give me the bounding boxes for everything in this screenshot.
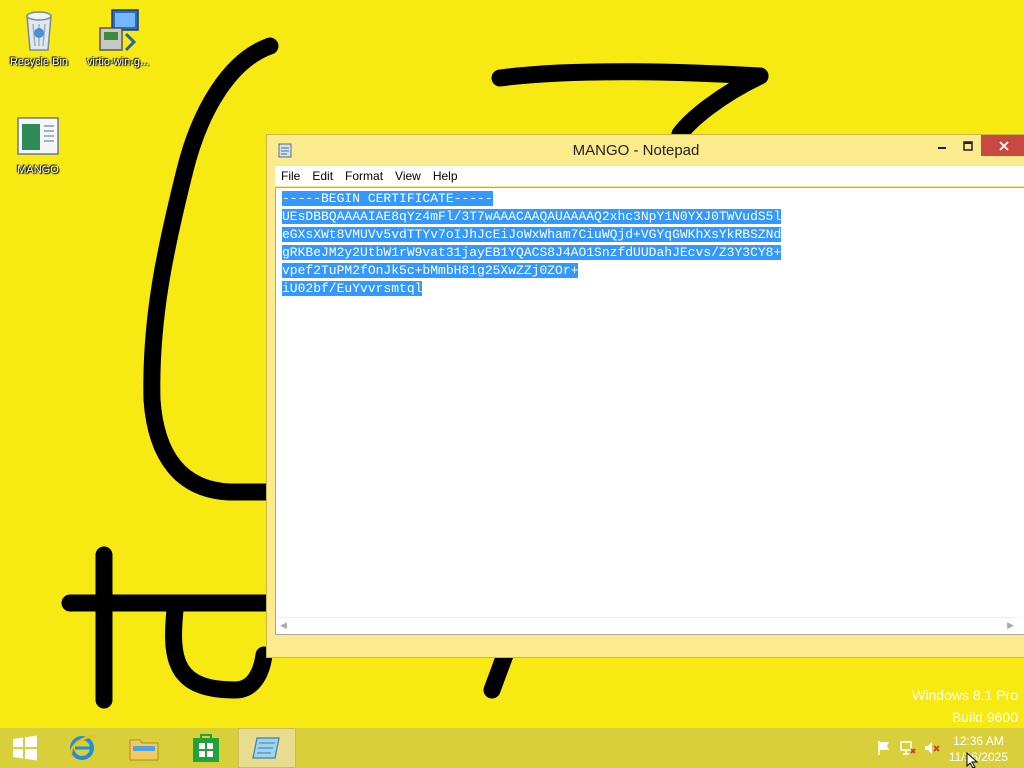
store-icon	[193, 734, 219, 762]
document-text: -----BEGIN CERTIFICATE----- UEsDBBQAAAAI…	[282, 190, 782, 298]
menu-format[interactable]: Format	[339, 166, 389, 186]
scroll-right-icon[interactable]: ▶	[1007, 620, 1014, 631]
menu-help[interactable]: Help	[427, 166, 464, 186]
start-button[interactable]	[6, 728, 44, 768]
text-file-icon	[14, 114, 62, 162]
maximize-button[interactable]	[955, 135, 981, 156]
minimize-icon	[938, 146, 946, 149]
taskbar-store[interactable]	[182, 728, 230, 768]
icon-label: MANGO	[17, 164, 59, 176]
selected-text: gRKBeJM2y2UtbW1rW9vat31jayEB1YQACS8J4AO1…	[282, 245, 782, 260]
folder-icon	[129, 739, 159, 761]
menu-file[interactable]: File	[275, 166, 306, 186]
clock-time: 12:36 AM	[953, 734, 1004, 748]
windows-logo-icon	[13, 735, 37, 761]
recycle-bin-icon	[15, 6, 63, 54]
scroll-left-icon[interactable]: ◀	[280, 620, 287, 631]
system-tray: 12:36 AM 11/16/2025	[864, 728, 1024, 768]
desktop-icon-virtio-win[interactable]: virtio-win-g...	[80, 6, 156, 69]
icon-label: virtio-win-g...	[86, 56, 150, 68]
close-icon	[999, 140, 1009, 151]
selected-text: iU02bf/EuYvvrsmtql	[282, 281, 423, 296]
clock[interactable]: 12:36 AM 11/16/2025	[949, 733, 1008, 765]
selected-text: vpef2TuPM2fOnJk5c+bMmbH81g25XwZZj0ZOr+	[282, 263, 579, 278]
taskbar-notepad[interactable]	[238, 728, 296, 768]
mouse-cursor-icon	[966, 752, 978, 768]
menu-bar: File Edit Format View Help	[275, 166, 1024, 186]
text-line: UEsDBBQAAAAIAE8qYz4mFl/3T7wAAACAAQAUAAAA…	[282, 208, 782, 226]
menu-edit[interactable]: Edit	[306, 166, 339, 186]
menu-view[interactable]: View	[389, 166, 427, 186]
title-bar[interactable]: MANGO - Notepad	[267, 135, 1024, 165]
selected-text: eGXsXWt8VMUVv5vdTTYv7oIJhJcEiJoWxWham7Ci…	[282, 227, 782, 242]
watermark-build: Build 9600	[951, 709, 1018, 725]
window-title: MANGO - Notepad	[572, 142, 700, 159]
selected-text: -----BEGIN CERTIFICATE-----	[282, 191, 493, 206]
windows-watermark: Windows 8.1 Pro Build 9600	[912, 684, 1018, 728]
maximize-icon	[963, 140, 973, 151]
notepad-icon	[252, 737, 280, 759]
clock-date: 11/16/2025	[948, 750, 1008, 764]
horizontal-scrollbar[interactable]: ◀ ▶	[276, 617, 1018, 634]
network-icon[interactable]	[900, 740, 916, 756]
vertical-scrollbar[interactable]: ▲ ▼	[1018, 188, 1024, 620]
text-line: gRKBeJM2y2UtbW1rW9vat31jayEB1YQACS8J4AO1…	[282, 244, 782, 262]
installer-icon	[94, 6, 142, 54]
desktop-icon-recycle-bin[interactable]: Recycle Bin	[1, 6, 77, 69]
icon-label: Recycle Bin	[9, 56, 69, 68]
close-button[interactable]	[981, 135, 1024, 156]
internet-explorer-icon	[69, 735, 96, 760]
text-line: iU02bf/EuYvvrsmtql	[282, 280, 781, 298]
volume-muted-icon[interactable]	[924, 740, 940, 756]
text-line: -----BEGIN CERTIFICATE-----	[282, 190, 781, 208]
taskbar-file-explorer[interactable]	[120, 728, 168, 768]
minimize-button[interactable]	[929, 135, 955, 156]
text-line: vpef2TuPM2fOnJk5c+bMmbH81g25XwZZj0ZOr+	[282, 262, 781, 280]
taskbar-internet-explorer[interactable]	[58, 728, 106, 768]
action-center-flag-icon[interactable]	[876, 740, 892, 756]
text-line: eGXsXWt8VMUVv5vdTTYv7oIJhJcEiJoWxWham7Ci…	[282, 226, 782, 244]
notepad-window[interactable]: MANGO - Notepad File Edit Format View He…	[266, 134, 1024, 658]
desktop-icon-mango[interactable]: MANGO	[0, 114, 76, 177]
watermark-edition: Windows 8.1 Pro	[912, 687, 1018, 703]
text-editor[interactable]: -----BEGIN CERTIFICATE----- UEsDBBQAAAAI…	[275, 187, 1024, 635]
taskbar: 12:36 AM 11/16/2025	[0, 728, 1024, 768]
selected-text: UEsDBBQAAAAIAE8qYz4mFl/3T7wAAACAAQAUAAAA…	[282, 209, 782, 224]
